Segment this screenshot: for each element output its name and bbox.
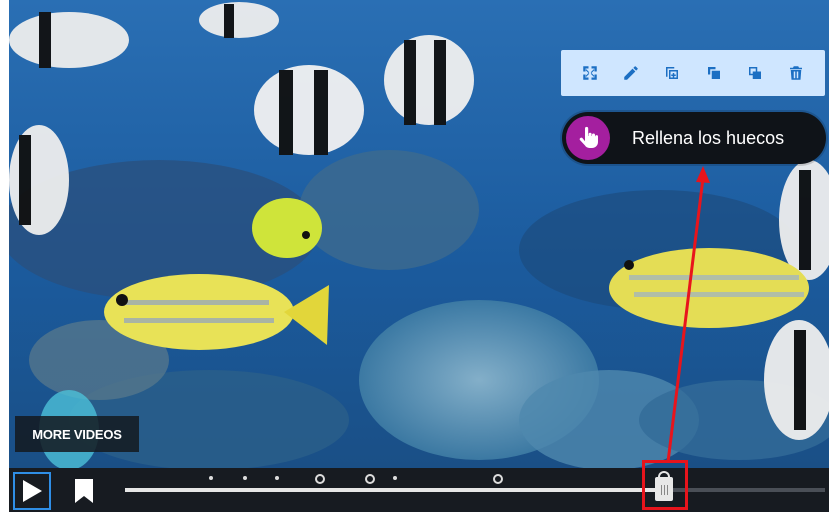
send-back-icon bbox=[748, 67, 761, 79]
timeline-marker[interactable] bbox=[209, 476, 213, 480]
bring-front-button[interactable] bbox=[700, 59, 728, 87]
expand-button[interactable] bbox=[576, 59, 604, 87]
play-icon bbox=[23, 480, 42, 502]
interaction-label-pill[interactable]: Rellena los huecos bbox=[562, 112, 826, 164]
timeline-marker[interactable] bbox=[493, 474, 503, 484]
timeline-marker[interactable] bbox=[275, 476, 279, 480]
player-control-bar bbox=[9, 468, 829, 512]
timeline-interaction-handle[interactable] bbox=[655, 471, 673, 501]
timeline-progress bbox=[125, 488, 657, 492]
timeline-marker[interactable] bbox=[393, 476, 397, 480]
video-frame: Rellena los huecos MORE VIDEOS bbox=[9, 0, 829, 512]
bring-front-icon bbox=[707, 67, 720, 79]
play-button[interactable] bbox=[13, 472, 51, 510]
timeline-marker[interactable] bbox=[315, 474, 325, 484]
interaction-edit-toolbar bbox=[561, 50, 825, 96]
copy-plus-icon bbox=[666, 67, 679, 79]
trash-icon bbox=[790, 66, 803, 80]
timeline-marker[interactable] bbox=[243, 476, 247, 480]
expand-icon bbox=[582, 66, 597, 80]
delete-button[interactable] bbox=[782, 59, 810, 87]
more-videos-button[interactable]: MORE VIDEOS bbox=[15, 416, 139, 452]
timeline-marker[interactable] bbox=[365, 474, 375, 484]
bookmark-icon bbox=[75, 479, 93, 503]
bookmark-button[interactable] bbox=[71, 476, 97, 506]
interaction-label: Rellena los huecos bbox=[632, 127, 785, 148]
timeline-track[interactable] bbox=[125, 474, 825, 492]
pencil-icon bbox=[624, 66, 638, 80]
send-back-button[interactable] bbox=[741, 59, 769, 87]
hand-pointer-icon bbox=[579, 126, 598, 148]
edit-button[interactable] bbox=[617, 59, 645, 87]
duplicate-button[interactable] bbox=[658, 59, 686, 87]
interaction-type-badge bbox=[566, 116, 610, 160]
